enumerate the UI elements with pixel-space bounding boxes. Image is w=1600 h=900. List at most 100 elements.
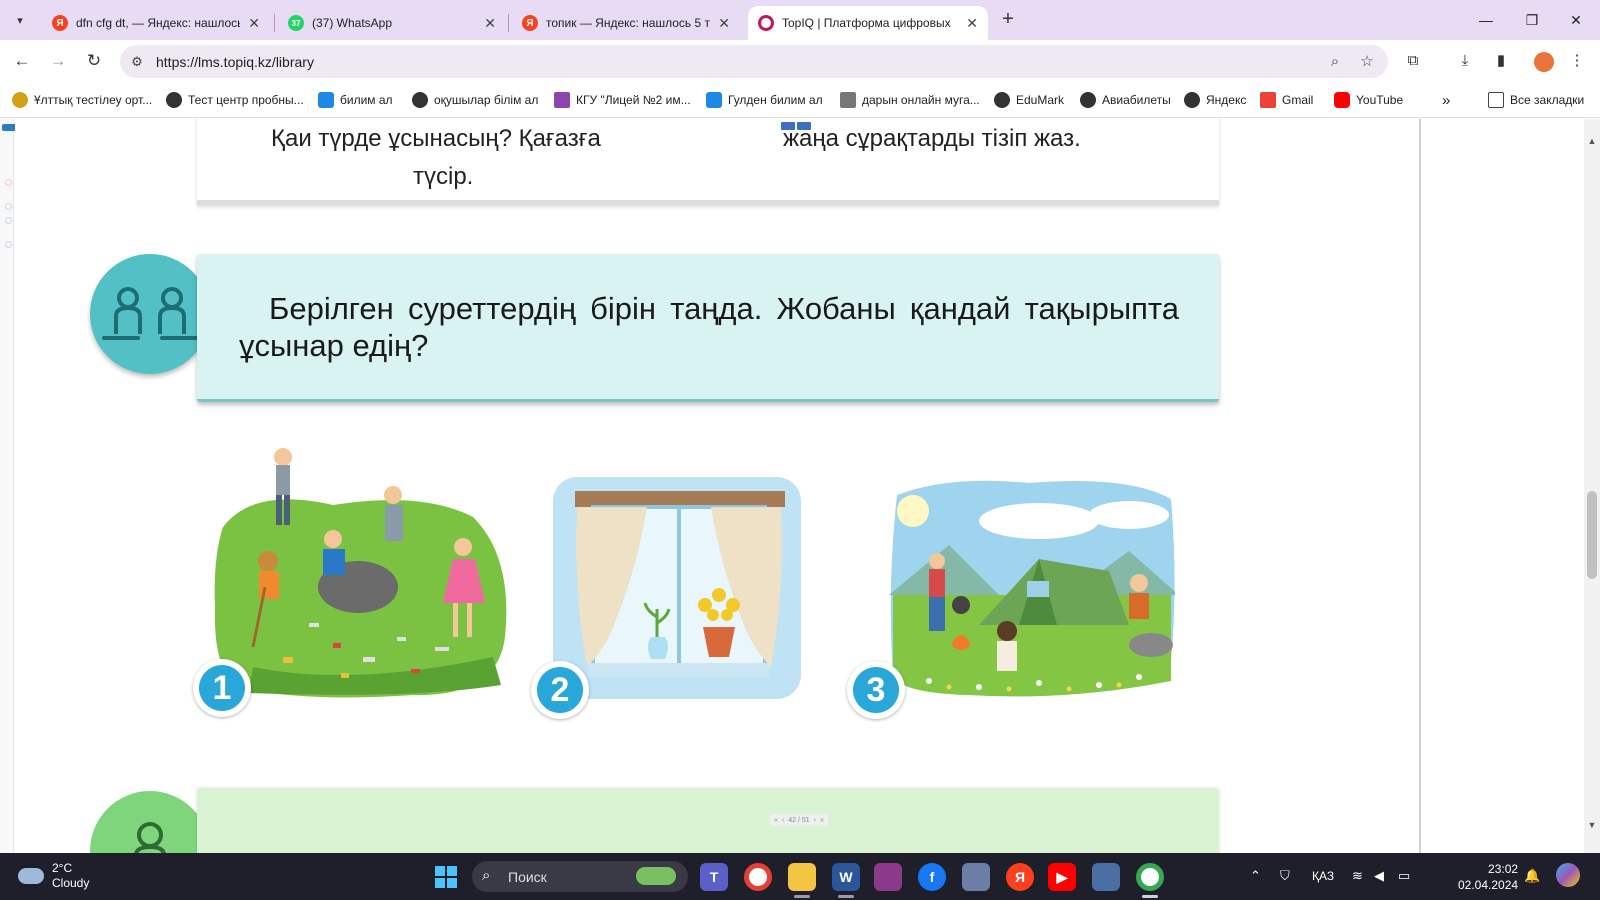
yandex-browser-icon[interactable]: Я bbox=[1006, 863, 1034, 891]
bookmark-item[interactable]: дарын онлайн муга... bbox=[840, 91, 980, 109]
bookmark-item[interactable]: билим ал bbox=[318, 91, 393, 109]
clock-time: 23:02 bbox=[1488, 862, 1519, 876]
strip-dot[interactable] bbox=[5, 241, 12, 248]
bookmark-item[interactable]: Ұлттық тестілеу орт... bbox=[12, 91, 152, 109]
strip-dot[interactable] bbox=[5, 179, 12, 186]
page-indicator: 42 / 51 bbox=[788, 816, 810, 824]
extensions-icon[interactable]: ⧉ bbox=[1402, 50, 1424, 72]
page-navigator[interactable]: « ‹ 42 / 51 › » bbox=[770, 814, 828, 826]
weather-widget[interactable]: 2°C Cloudy bbox=[18, 861, 89, 891]
bookmark-label: Gmail bbox=[1282, 93, 1314, 107]
bookmark-label: Яндекс bbox=[1206, 93, 1247, 107]
volume-icon[interactable]: ◀ bbox=[1374, 868, 1384, 884]
pdf-reader-icon[interactable] bbox=[962, 863, 990, 891]
browser-toolbar: ← → ↻ ⚙ https://lms.topiq.kz/library ⌕ ☆… bbox=[0, 40, 1600, 82]
taskbar-clock[interactable]: 23:02 02.04.2024 bbox=[1458, 861, 1518, 893]
bookmark-item[interactable]: КГУ "Лицей №2 им... bbox=[554, 91, 691, 109]
mini-badges bbox=[781, 122, 811, 130]
bookmark-label: дарын онлайн муга... bbox=[862, 93, 980, 107]
close-icon[interactable]: ✕ bbox=[718, 15, 730, 32]
picture-number-badge: 3 bbox=[847, 661, 905, 719]
scroll-thumb[interactable] bbox=[1587, 491, 1597, 579]
chrome-profile-icon[interactable] bbox=[1136, 863, 1164, 891]
youtube-icon bbox=[1334, 92, 1350, 108]
bookmark-item[interactable]: Gmail bbox=[1260, 91, 1313, 109]
all-bookmarks-button[interactable]: Все закладки bbox=[1488, 91, 1584, 109]
word-icon[interactable]: W bbox=[832, 863, 860, 891]
back-button[interactable]: ← bbox=[10, 49, 34, 73]
profile-avatar[interactable] bbox=[1534, 52, 1554, 72]
copilot-icon[interactable] bbox=[1556, 863, 1580, 887]
yandex-icon: Я bbox=[522, 15, 538, 31]
page-scrollbar[interactable]: ▲ ▼ bbox=[1584, 119, 1600, 853]
postgresql-icon[interactable] bbox=[1092, 863, 1120, 891]
bookmark-item[interactable]: оқушылар білім ал bbox=[412, 91, 538, 109]
tab-topiq[interactable]: TopIQ | Платформа цифровых ✕ bbox=[748, 6, 988, 40]
restore-button[interactable]: ❐ bbox=[1520, 8, 1544, 32]
forward-button[interactable]: → bbox=[46, 49, 70, 73]
bilimal-icon bbox=[706, 92, 722, 108]
tab-yandex-dfn[interactable]: Я dfn cfg dt, — Яндекс: нашлось ✕ bbox=[42, 6, 270, 40]
bookmark-item[interactable]: Авиабилеты bbox=[1080, 91, 1171, 109]
tab-yandex-topic[interactable]: Я топик — Яндекс: нашлось 5 ты ✕ bbox=[512, 6, 740, 40]
bookmark-item[interactable]: Тест центр пробны... bbox=[166, 91, 304, 109]
new-tab-button[interactable]: + bbox=[996, 8, 1020, 32]
prev-page-button[interactable]: ‹ bbox=[782, 817, 784, 824]
reload-button[interactable]: ↻ bbox=[82, 49, 106, 73]
bookmarks-overflow-button[interactable]: » bbox=[1442, 91, 1450, 109]
ntc-icon bbox=[12, 92, 28, 108]
bookmark-star-icon[interactable]: ☆ bbox=[1356, 51, 1378, 73]
last-page-button[interactable]: » bbox=[820, 817, 824, 824]
address-bar[interactable]: ⚙ https://lms.topiq.kz/library ⌕ ☆ bbox=[120, 45, 1388, 78]
zoom-icon[interactable]: ⌕ bbox=[1324, 51, 1346, 73]
clock-date: 02.04.2024 bbox=[1458, 878, 1519, 892]
tab-whatsapp[interactable]: 37 (37) WhatsApp ✕ bbox=[278, 6, 506, 40]
bookmark-item[interactable]: Яндекс bbox=[1184, 91, 1246, 109]
tray-overflow-icon[interactable]: ⌃ bbox=[1250, 868, 1261, 884]
bookmark-label: оқушылар білім ал bbox=[434, 93, 539, 107]
picture-number: 2 bbox=[537, 667, 583, 713]
tab-search-menu-button[interactable]: ▾ bbox=[8, 8, 32, 32]
picture-number: 1 bbox=[199, 665, 245, 711]
side-panel-icon[interactable]: ▮ bbox=[1490, 50, 1512, 72]
strip-dot[interactable] bbox=[5, 217, 12, 224]
bookmark-label: EduMark bbox=[1016, 93, 1065, 107]
site-info-icon[interactable]: ⚙ bbox=[128, 53, 146, 71]
winrar-icon[interactable] bbox=[874, 863, 902, 891]
close-icon[interactable]: ✕ bbox=[248, 15, 260, 32]
bookmark-item[interactable]: YouTube bbox=[1334, 91, 1403, 109]
first-page-button[interactable]: « bbox=[774, 817, 778, 824]
bookmarks-bar: Ұлттық тестілеу орт... Тест центр пробны… bbox=[0, 82, 1600, 118]
task-text-right-line1: жаңа сұрақтарды тізіп жаз. bbox=[783, 125, 1081, 152]
chrome-icon[interactable] bbox=[744, 863, 772, 891]
youtube-app-icon[interactable]: ▶ bbox=[1048, 863, 1076, 891]
bookmark-item[interactable]: Гулден билим ал bbox=[706, 91, 823, 109]
taskbar-search[interactable]: ⌕ Поиск bbox=[472, 861, 688, 892]
facebook-icon[interactable]: f bbox=[918, 863, 946, 891]
strip-dot[interactable] bbox=[5, 203, 12, 210]
teams-icon[interactable]: T bbox=[700, 863, 728, 891]
task-text-left-line1: Қаи түрде ұсынасың? Қағазға bbox=[271, 125, 601, 152]
next-page-button[interactable]: › bbox=[814, 817, 816, 824]
notification-bell-icon[interactable]: 🔔 bbox=[1524, 868, 1540, 884]
yandex-icon: Я bbox=[52, 15, 68, 31]
battery-icon[interactable]: ▭ bbox=[1398, 868, 1410, 884]
url-text[interactable]: https://lms.topiq.kz/library bbox=[156, 54, 314, 70]
bookmark-item[interactable]: EduMark bbox=[994, 91, 1064, 109]
language-indicator[interactable]: ҚАЗ bbox=[1312, 869, 1334, 883]
windows-start-icon[interactable] bbox=[435, 866, 457, 888]
shield-icon[interactable]: ⛉ bbox=[1280, 868, 1290, 884]
whatsapp-icon: 37 bbox=[288, 15, 304, 31]
close-icon[interactable]: ✕ bbox=[484, 15, 496, 32]
close-window-button[interactable]: ✕ bbox=[1564, 8, 1588, 32]
menu-icon[interactable]: ⋮ bbox=[1566, 50, 1588, 72]
search-placeholder: Поиск bbox=[508, 869, 547, 885]
minimize-button[interactable]: — bbox=[1474, 8, 1498, 32]
close-icon[interactable]: ✕ bbox=[966, 15, 978, 32]
bookmark-label: Гулден билим ал bbox=[728, 93, 823, 107]
scroll-down-arrow[interactable]: ▼ bbox=[1584, 817, 1600, 833]
download-icon[interactable]: ⤓ bbox=[1454, 50, 1476, 72]
file-explorer-icon[interactable] bbox=[788, 863, 816, 891]
scroll-up-arrow[interactable]: ▲ bbox=[1584, 133, 1600, 149]
wifi-icon[interactable]: ≋ bbox=[1352, 868, 1363, 884]
